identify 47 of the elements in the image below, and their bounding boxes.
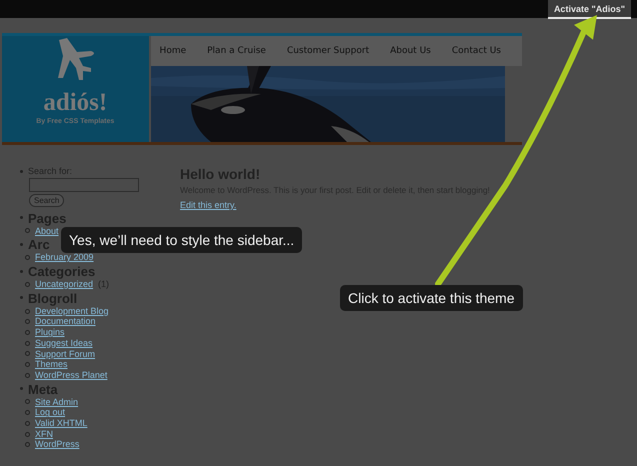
sidebar-link[interactable]: Themes [35, 359, 68, 370]
sidebar-link[interactable]: Documentation [35, 316, 96, 328]
sidebar-link[interactable]: Valid XHTML [35, 418, 88, 429]
nav-link[interactable]: Contact Us [452, 46, 501, 56]
sidebar-link[interactable]: Development Blog [35, 306, 109, 316]
sidebar-link[interactable]: Support Forum [35, 348, 96, 360]
bullet-icon [25, 362, 30, 368]
bullet-icon [25, 282, 30, 287]
sidebar-link[interactable]: WordPress Planet [35, 370, 108, 381]
bullet-icon [25, 255, 30, 260]
bullet-icon [25, 228, 30, 234]
bullet-icon [25, 330, 30, 335]
nav-link[interactable]: Home [160, 46, 186, 56]
bullet-icon [25, 420, 30, 426]
bullet-icon [20, 387, 23, 390]
bullet-icon [25, 432, 30, 437]
bullet-icon [25, 372, 30, 378]
bullet-icon [20, 270, 23, 272]
sidebar-link[interactable]: WordPress [35, 439, 80, 450]
bullet-icon [25, 308, 30, 314]
nav-link[interactable]: Customer Support [286, 46, 370, 56]
sidebar-link[interactable]: Log out [35, 407, 66, 418]
nav-link[interactable]: About Us [390, 46, 431, 56]
logo-title: adiós! [43, 90, 108, 116]
edit-link[interactable]: Edit this entry. [180, 200, 236, 210]
sidebar-link[interactable]: Uncategorized [35, 279, 94, 290]
activate-button[interactable]: Activate "Adios" [548, 0, 631, 19]
nav-link[interactable]: Plan a Cruise [207, 46, 266, 56]
bullet-icon [20, 296, 23, 300]
sidebar-link[interactable]: Site Admin [35, 396, 78, 408]
sidebar-link[interactable]: About [35, 226, 59, 236]
sidebar-link[interactable]: XFN [35, 428, 53, 440]
bullet-icon [25, 351, 30, 356]
bullet-icon [20, 242, 23, 246]
bullet-icon [25, 442, 30, 448]
tooltip: Yes, we’ll need to style the sidebar... [61, 227, 302, 253]
sidebar-link[interactable]: February 2009 [35, 252, 94, 263]
bullet-icon [25, 399, 30, 404]
bullet-icon [20, 216, 23, 220]
sidebar-link[interactable]: Plugins [35, 327, 65, 338]
bullet-icon [25, 319, 30, 324]
tooltip: Click to activate this theme [340, 285, 523, 311]
bullet-icon [25, 410, 30, 416]
bullet-icon [25, 340, 30, 346]
search-field[interactable] [29, 178, 139, 192]
bullet-icon [20, 170, 23, 173]
sidebar-link[interactable]: Suggest Ideas [35, 338, 93, 349]
